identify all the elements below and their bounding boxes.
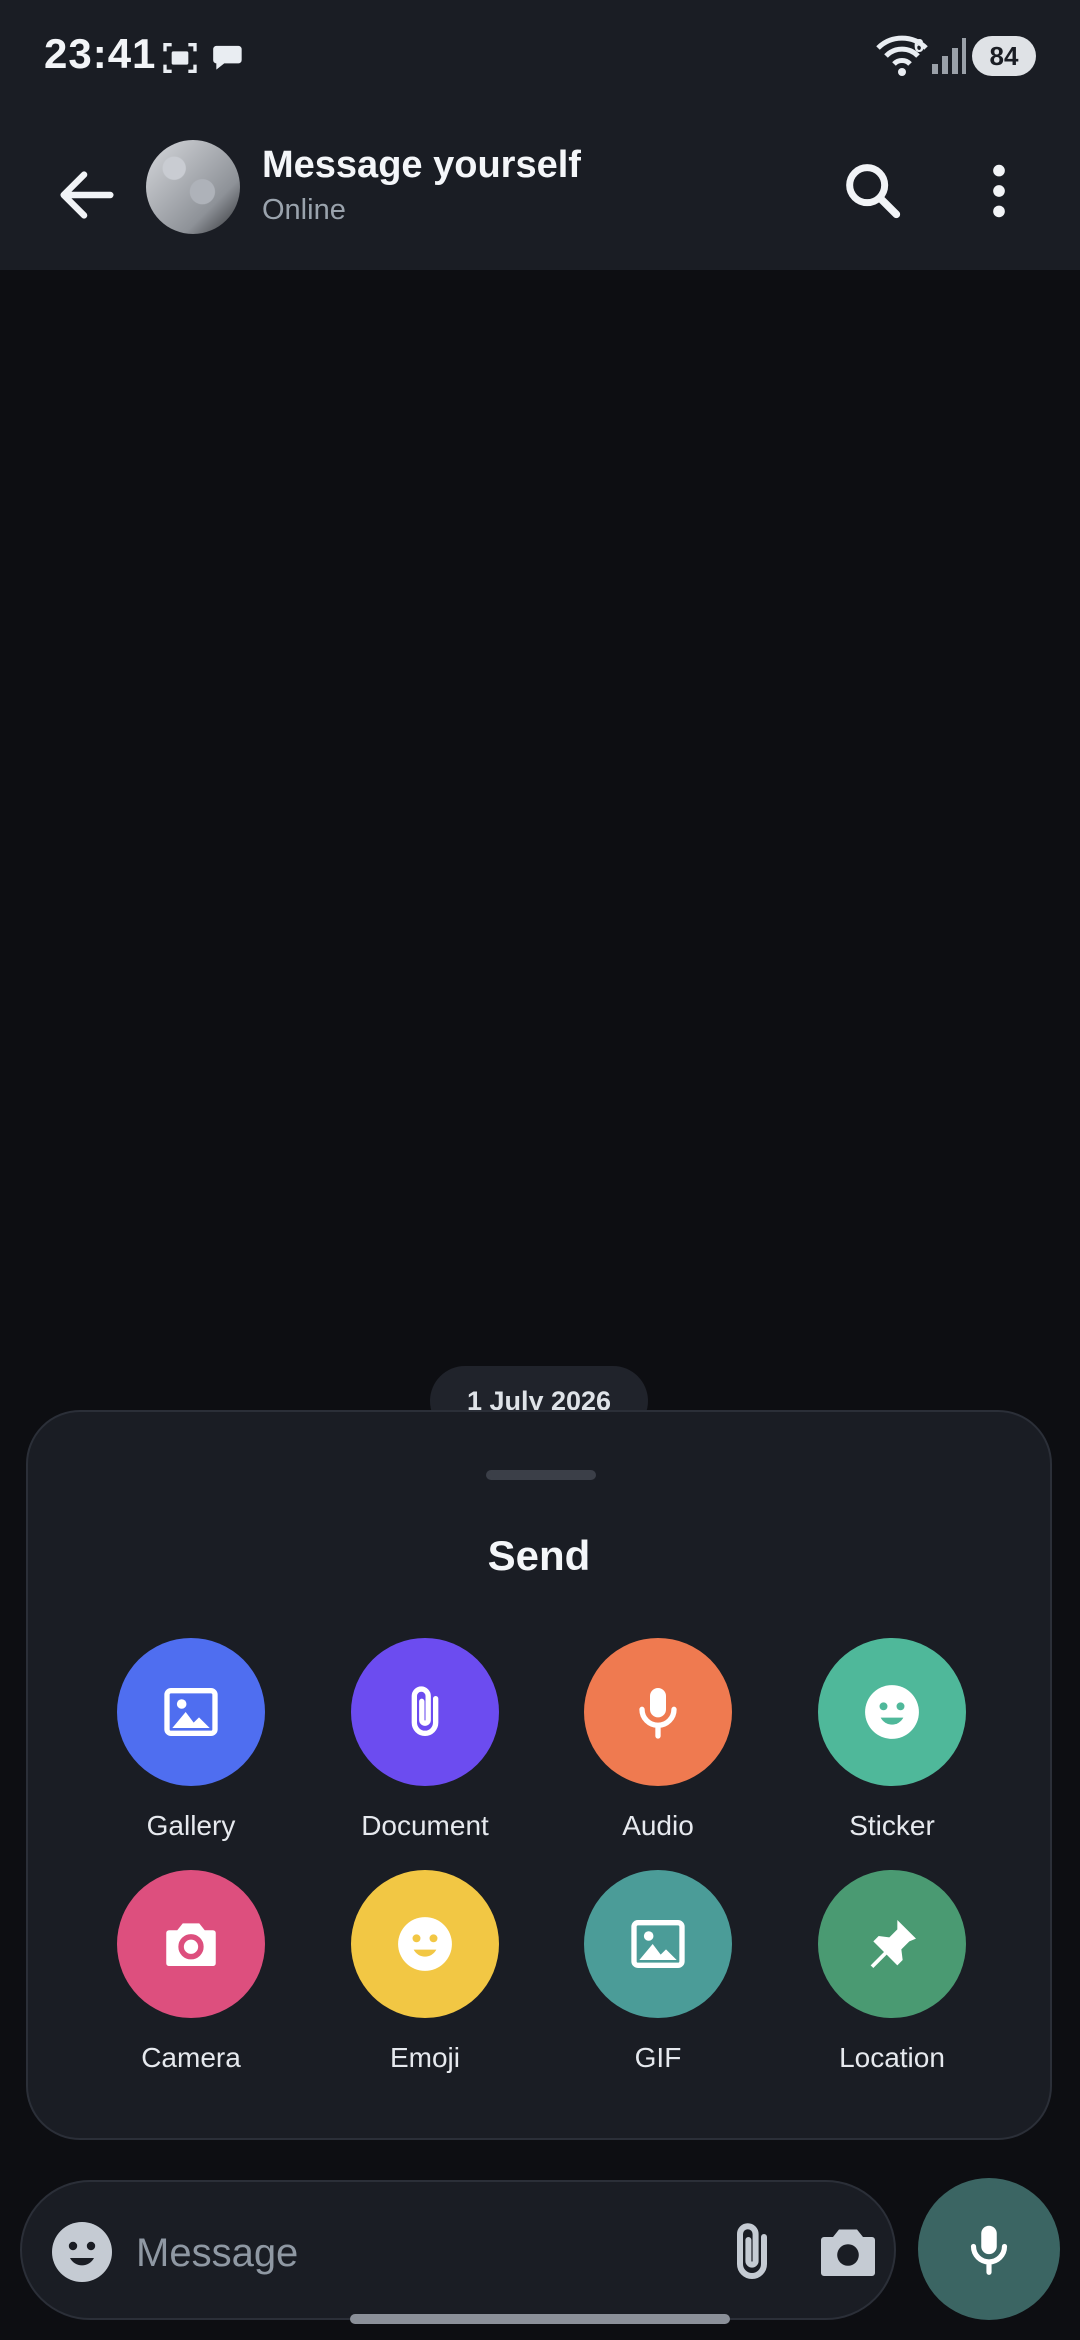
- gif-circle[interactable]: [584, 1870, 732, 2018]
- battery-level: 84: [989, 41, 1019, 71]
- chat-notification-icon: [213, 45, 242, 70]
- option-label: GIF: [634, 2042, 682, 2073]
- chat-status: Online: [262, 194, 346, 226]
- status-bar: 23:41 6 84: [0, 0, 1080, 120]
- camera-circle[interactable]: [117, 1870, 265, 2018]
- smiley-icon: [865, 1685, 919, 1739]
- camera-icon[interactable]: [812, 2216, 884, 2288]
- option-label: Emoji: [389, 2042, 460, 2073]
- audio-circle[interactable]: [584, 1638, 732, 1786]
- image-icon: [631, 1920, 685, 1968]
- send-option-gallery[interactable]: Gallery: [91, 1638, 291, 1842]
- microphone-icon: [639, 1688, 677, 1739]
- option-label: Location: [839, 2042, 945, 2073]
- send-option-sticker[interactable]: Sticker: [792, 1638, 992, 1842]
- paperclip-icon[interactable]: [716, 2216, 788, 2288]
- emoji-icon[interactable]: [46, 2216, 118, 2288]
- option-label: Audio: [622, 1810, 694, 1841]
- chat-header: Message yourself Online: [0, 120, 1080, 270]
- image-icon: [164, 1688, 218, 1736]
- search-icon[interactable]: [838, 156, 908, 226]
- option-label: Gallery: [146, 1810, 236, 1841]
- wifi-label: 6: [914, 36, 925, 56]
- more-options-icon[interactable]: [964, 156, 1034, 226]
- screenshot-notification-icon: [163, 43, 197, 73]
- voice-record-button[interactable]: [918, 2178, 1060, 2320]
- send-option-document[interactable]: Document: [325, 1638, 525, 1842]
- paperclip-icon: [411, 1686, 439, 1736]
- back-arrow-icon[interactable]: [52, 160, 122, 230]
- send-option-gif[interactable]: GIF: [558, 1870, 758, 2074]
- gallery-circle[interactable]: [117, 1638, 265, 1786]
- message-composer: [20, 2180, 896, 2320]
- microphone-icon: [970, 2225, 1008, 2275]
- send-option-camera[interactable]: Camera: [91, 1870, 291, 2074]
- send-sheet: Send Gallery Document Audio Sticker Came…: [26, 1410, 1052, 2140]
- signal-icon: [932, 38, 966, 74]
- emoji-circle[interactable]: [351, 1870, 499, 2018]
- home-indicator[interactable]: [350, 2314, 730, 2324]
- avatar[interactable]: [146, 140, 240, 234]
- send-option-audio[interactable]: Audio: [558, 1638, 758, 1842]
- option-label: Camera: [141, 2042, 241, 2073]
- send-option-location[interactable]: Location: [792, 1870, 992, 2074]
- send-option-emoji[interactable]: Emoji: [325, 1870, 525, 2074]
- smiley-icon: [398, 1917, 452, 1971]
- chat-title[interactable]: Message yourself: [262, 144, 581, 187]
- sheet-title: Send: [487, 1532, 591, 1579]
- location-circle[interactable]: [818, 1870, 966, 2018]
- battery-indicator: 84: [972, 36, 1036, 76]
- sticker-circle[interactable]: [818, 1638, 966, 1786]
- document-circle[interactable]: [351, 1638, 499, 1786]
- option-label: Sticker: [849, 1810, 935, 1841]
- status-time: 23:41: [44, 30, 157, 77]
- camera-icon: [166, 1923, 216, 1966]
- message-input[interactable]: [134, 2216, 698, 2290]
- sheet-drag-handle[interactable]: [486, 1470, 596, 1480]
- option-label: Document: [361, 1810, 489, 1841]
- pin-icon: [870, 1920, 916, 1968]
